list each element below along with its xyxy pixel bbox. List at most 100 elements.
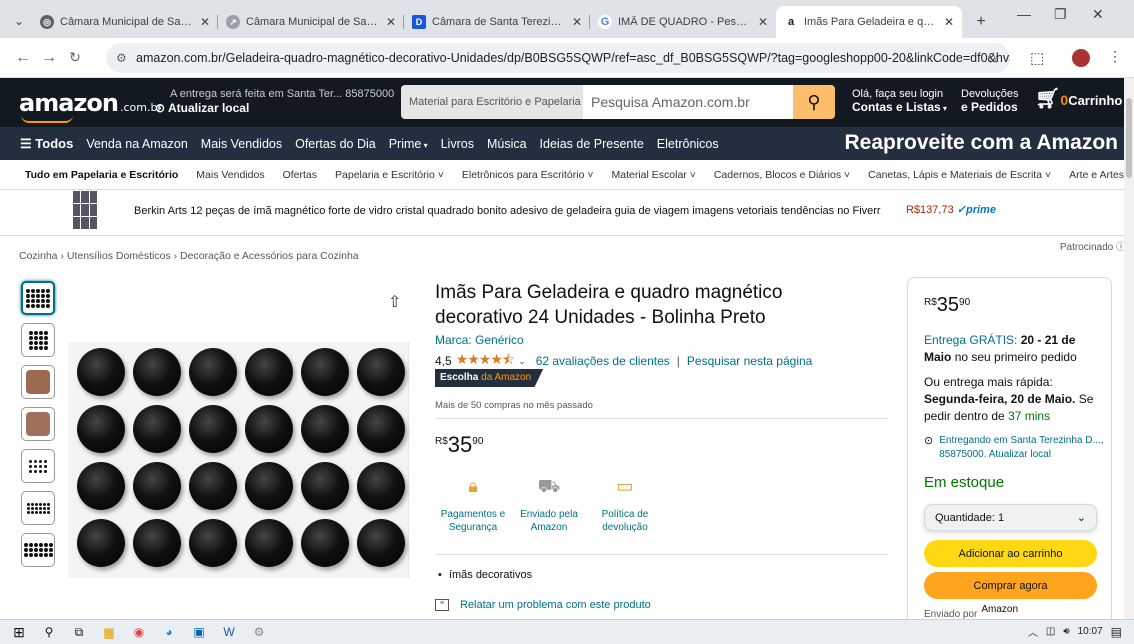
thumbnail[interactable]: [21, 407, 55, 441]
thumbnail[interactable]: [21, 533, 55, 567]
amazon-smile-logo: [21, 115, 73, 123]
browser-tab-active[interactable]: a Imãs Para Geladeira e quadr ✕: [776, 6, 962, 38]
minimize-icon[interactable]: —: [1017, 6, 1031, 22]
amazon-logo[interactable]: amazon .com.br: [19, 89, 162, 123]
account-menu[interactable]: Olá, faça seu login Contas e Listas ▾: [852, 88, 947, 115]
windows-taskbar: ⊞ ⚲ ⧉ ▆ ◉ ◕ ▣ W ⚙ ︿ ◫ 🔊︎ 10:07 ▤: [0, 619, 1134, 644]
feature-payments[interactable]: 🔒︎ Pagamentos e Segurança: [435, 471, 511, 534]
subnav-item[interactable]: Canetas, Lápis e Materiais de Escrita ˅: [868, 169, 1051, 181]
new-tab-button[interactable]: +: [968, 7, 994, 37]
brand-link[interactable]: Marca: Genérico: [435, 333, 524, 347]
buy-box: R$3590 Entrega GRÁTIS: 20 - 21 de Maio n…: [907, 277, 1112, 637]
forward-icon[interactable]: →: [36, 49, 62, 67]
url-text: amazon.com.br/Geladeira-quadro-magnético…: [136, 51, 1010, 65]
browser-tab[interactable]: ↗ Câmara Municipal de Santa ✕: [218, 6, 404, 38]
site-info-icon[interactable]: ⚙: [116, 51, 127, 65]
edge-icon[interactable]: ◕: [158, 623, 180, 641]
reviews-link[interactable]: 62 avaliações de clientes: [536, 354, 670, 368]
thumbnail[interactable]: [21, 365, 55, 399]
nav-item[interactable]: Livros: [441, 137, 474, 151]
nav-all-menu[interactable]: ☰ Todos: [20, 136, 73, 152]
nav-item[interactable]: Música: [487, 137, 527, 151]
cart-button[interactable]: 🛒︎0Carrinho: [1035, 86, 1122, 111]
share-icon[interactable]: ⇧: [388, 292, 401, 312]
promo-banner[interactable]: Reaproveite com a Amazon: [845, 131, 1118, 155]
thumbnail[interactable]: [21, 491, 55, 525]
back-icon[interactable]: ←: [10, 49, 36, 67]
buybox-price: R$3590: [924, 294, 971, 316]
add-to-cart-button[interactable]: Adicionar ao carrinho: [924, 540, 1097, 567]
thumbnail[interactable]: [21, 281, 55, 315]
sponsored-ad[interactable]: Berkin Arts 12 peças de ímã magnético fo…: [0, 190, 1134, 236]
subnav-item[interactable]: Material Escolar ˅: [612, 169, 696, 181]
nav-item[interactable]: Mais Vendidos: [201, 137, 282, 151]
windows-start-icon[interactable]: ⊞: [8, 623, 30, 641]
page-scrollbar[interactable]: [1124, 78, 1134, 619]
app-icon[interactable]: ⚙: [248, 623, 270, 641]
feature-shipped[interactable]: ⛟ Enviado pela Amazon: [511, 471, 587, 534]
returns-orders[interactable]: Devoluções e Pedidos: [961, 88, 1018, 115]
close-icon[interactable]: ✕: [944, 15, 954, 29]
volume-icon[interactable]: 🔊︎: [1063, 626, 1069, 637]
close-icon[interactable]: ✕: [386, 15, 396, 29]
network-icon[interactable]: ◫: [1046, 626, 1055, 637]
delivery-location-link[interactable]: ⊙ Entregando em Santa Terezinha D..., 858…: [924, 434, 1106, 462]
outlook-icon[interactable]: ▣: [188, 623, 210, 641]
thumbnail[interactable]: [21, 449, 55, 483]
nav-item[interactable]: Venda na Amazon: [86, 137, 187, 151]
feature-returns[interactable]: ▭ Política de devolução: [587, 471, 663, 534]
breadcrumb[interactable]: Cozinha › Utensílios Domésticos › Decora…: [19, 250, 359, 262]
extensions-icon[interactable]: ⬚: [1030, 49, 1044, 67]
nav-item[interactable]: Eletrônicos: [657, 137, 719, 151]
browser-tab[interactable]: ◎ Câmara Municipal de Santa ✕: [32, 6, 218, 38]
quantity-select[interactable]: Quantidade: 1 ⌄: [924, 504, 1097, 531]
clock[interactable]: 10:07: [1078, 626, 1103, 637]
bookmark-star-icon[interactable]: ☆: [987, 49, 1000, 67]
report-problem-link[interactable]: ≡ Relatar um problema com este produto: [435, 599, 651, 611]
nav-item[interactable]: Ofertas do Dia: [295, 137, 376, 151]
browser-menu-icon[interactable]: ⋮: [1108, 48, 1122, 65]
chrome-icon[interactable]: ◉: [128, 623, 150, 641]
file-explorer-icon[interactable]: ▆: [98, 623, 120, 641]
subnav-item[interactable]: Mais Vendidos: [196, 169, 264, 181]
close-window-icon[interactable]: ✕: [1092, 6, 1104, 23]
tray-chevron-icon[interactable]: ︿: [1028, 624, 1038, 639]
amazon-header: amazon .com.br A entrega será feita em Sa…: [0, 78, 1134, 127]
sponsored-label[interactable]: Patrocinado ⓘ: [1060, 238, 1126, 253]
reload-icon[interactable]: ↻: [62, 49, 88, 66]
thumbnail[interactable]: [21, 323, 55, 357]
close-icon[interactable]: ✕: [200, 15, 210, 29]
close-icon[interactable]: ✕: [572, 15, 582, 29]
subnav-item[interactable]: Papelaria e Escritório ˅: [335, 169, 444, 181]
purchase-count: Mais de 50 compras no mês passado: [435, 400, 593, 411]
tab-search-icon[interactable]: ⌄: [6, 6, 32, 36]
search-bar: Material para Escritório e Papelaria▼ Pe…: [401, 85, 835, 119]
nav-item[interactable]: Ideias de Presente: [540, 137, 644, 151]
word-icon[interactable]: W: [218, 623, 240, 641]
task-view-icon[interactable]: ⧉: [68, 623, 90, 641]
search-input[interactable]: Pesquisa Amazon.com.br: [583, 85, 793, 119]
notification-icon[interactable]: ▤: [1111, 625, 1122, 639]
subnav-item[interactable]: Ofertas: [283, 169, 317, 181]
subnav-item[interactable]: Cadernos, Blocos e Diários ˅: [714, 169, 850, 181]
restore-icon[interactable]: ❐: [1054, 6, 1067, 23]
profile-avatar[interactable]: [1072, 49, 1090, 67]
chevron-down-icon[interactable]: ⌄: [518, 356, 526, 367]
ad-text[interactable]: Berkin Arts 12 peças de ímã magnético fo…: [134, 205, 881, 217]
url-field[interactable]: ⚙ amazon.com.br/Geladeira-quadro-magnéti…: [106, 43, 1010, 73]
delivery-location[interactable]: A entrega será feita em Santa Ter... 858…: [155, 87, 394, 115]
globe-icon: ◎: [40, 15, 54, 29]
subnav-item[interactable]: Tudo em Papelaria e Escritório: [25, 169, 178, 181]
close-icon[interactable]: ✕: [758, 15, 768, 29]
amazon-icon: a: [784, 15, 798, 29]
buy-now-button[interactable]: Comprar agora: [924, 572, 1097, 599]
search-button[interactable]: ⚲: [793, 85, 835, 119]
browser-tab[interactable]: D Câmara de Santa Terezinha ✕: [404, 6, 590, 38]
search-category-select[interactable]: Material para Escritório e Papelaria▼: [401, 85, 594, 119]
subnav-item[interactable]: Eletrônicos para Escritório ˅: [462, 169, 594, 181]
search-icon[interactable]: ⚲: [38, 623, 60, 641]
nav-item-prime[interactable]: Prime ▾: [389, 137, 428, 151]
search-page-link[interactable]: Pesquisar nesta página: [687, 354, 812, 368]
browser-tab[interactable]: G IMÃ DE QUADRO - Pesquisa ✕: [590, 6, 776, 38]
product-main-image[interactable]: [68, 342, 409, 578]
